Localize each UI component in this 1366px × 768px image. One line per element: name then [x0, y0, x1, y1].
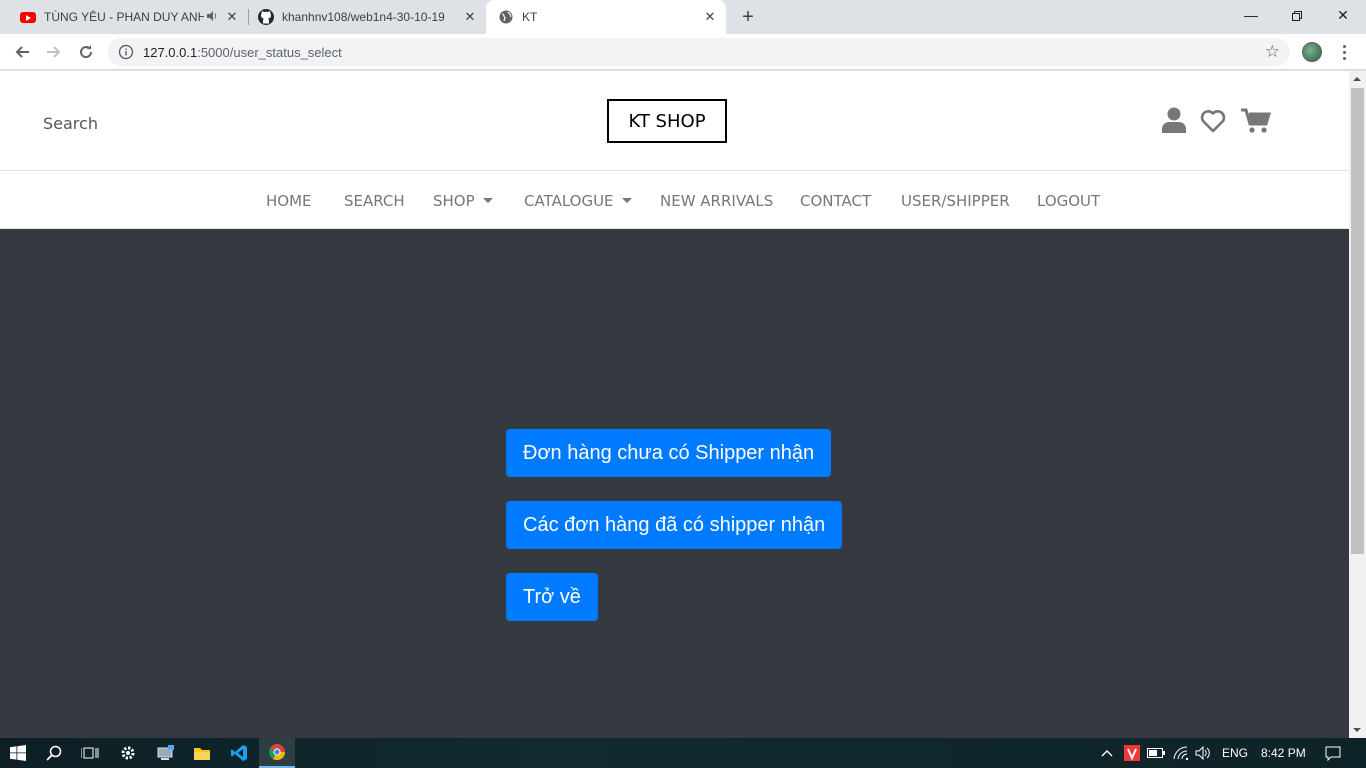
- browser-menu-icon[interactable]: [1336, 40, 1352, 64]
- scroll-down-arrow-icon[interactable]: [1353, 728, 1361, 732]
- minimize-button[interactable]: —: [1228, 0, 1274, 30]
- browser-tab-kt[interactable]: KT ✕: [486, 0, 726, 34]
- info-icon[interactable]: [118, 44, 134, 60]
- vscode-icon[interactable]: [221, 738, 257, 768]
- scroll-thumb[interactable]: [1351, 88, 1364, 554]
- wifi-icon[interactable]: [1170, 738, 1192, 768]
- file-explorer-icon[interactable]: [184, 738, 220, 768]
- site-header: Search KT SHOP: [0, 71, 1349, 171]
- clock[interactable]: 8:42 PM: [1261, 746, 1306, 760]
- nav-catalogue-dropdown[interactable]: CATALOGUE: [524, 192, 632, 210]
- close-tab-icon[interactable]: ✕: [462, 9, 478, 25]
- reload-button[interactable]: [74, 40, 98, 64]
- address-bar[interactable]: 127.0.0.1:5000/user_status_select ☆: [108, 38, 1290, 66]
- remote-desktop-icon[interactable]: [148, 738, 184, 768]
- content-section: Đơn hàng chưa có Shipper nhận Các đơn hà…: [0, 229, 1349, 738]
- close-tab-icon[interactable]: ✕: [224, 9, 240, 25]
- page-scrollbar[interactable]: [1349, 71, 1366, 738]
- heart-icon[interactable]: [1200, 109, 1226, 138]
- nav-shop-dropdown[interactable]: SHOP: [433, 192, 493, 210]
- language-indicator[interactable]: ENG: [1222, 746, 1248, 760]
- scroll-up-arrow-icon[interactable]: [1353, 77, 1361, 81]
- start-button[interactable]: [0, 738, 36, 768]
- restore-button[interactable]: [1274, 0, 1320, 30]
- main-nav: HOME SEARCH SHOP CATALOGUE NEW ARRIVALS …: [0, 172, 1349, 229]
- browser-tabstrip: TÙNG YÊU - PHAN DUY ANH ✕ khanhnv108/web…: [0, 0, 1366, 34]
- cart-icon[interactable]: [1241, 108, 1272, 139]
- tab-title: khanhnv108/web1n4-30-10-19: [282, 10, 445, 24]
- battery-icon[interactable]: [1145, 738, 1167, 768]
- tab-title: TÙNG YÊU - PHAN DUY ANH: [44, 10, 204, 24]
- caret-down-icon: [621, 198, 632, 203]
- back-button[interactable]: [10, 40, 34, 64]
- browser-tab-youtube[interactable]: TÙNG YÊU - PHAN DUY ANH ✕: [12, 0, 248, 34]
- nav-logout[interactable]: LOGOUT: [1037, 192, 1100, 210]
- task-view-icon[interactable]: [72, 738, 108, 768]
- chevron-up-icon[interactable]: [1096, 738, 1118, 768]
- nav-contact[interactable]: CONTACT: [800, 192, 871, 210]
- pending-orders-button[interactable]: Đơn hàng chưa có Shipper nhận: [506, 429, 832, 477]
- speaker-icon[interactable]: [206, 10, 218, 25]
- user-icon[interactable]: [1162, 107, 1186, 138]
- tab-separator: [248, 9, 249, 25]
- site-logo[interactable]: KT SHOP: [607, 99, 727, 143]
- volume-icon[interactable]: [1192, 738, 1214, 768]
- nav-home[interactable]: HOME: [266, 192, 312, 210]
- url-text: 127.0.0.1:5000/user_status_select: [143, 45, 342, 60]
- new-tab-button[interactable]: +: [736, 5, 760, 29]
- header-search-link[interactable]: Search: [43, 114, 98, 133]
- bookmark-star-icon[interactable]: ☆: [1265, 42, 1280, 62]
- github-icon: [258, 9, 274, 25]
- accepted-orders-button[interactable]: Các đơn hàng đã có shipper nhận: [506, 501, 843, 549]
- page-viewport: Search KT SHOP HOME SEARCH SHOP CATALOGU…: [0, 71, 1349, 738]
- nav-search[interactable]: SEARCH: [344, 192, 405, 210]
- close-tab-icon[interactable]: ✕: [702, 9, 718, 25]
- browser-toolbar: 127.0.0.1:5000/user_status_select ☆: [0, 34, 1366, 70]
- action-center-icon[interactable]: [1318, 738, 1348, 768]
- chrome-icon[interactable]: [259, 738, 295, 768]
- youtube-icon: [20, 9, 36, 25]
- browser-tab-github[interactable]: khanhnv108/web1n4-30-10-19 ✕: [250, 0, 486, 34]
- nav-user-shipper[interactable]: USER/SHIPPER: [901, 192, 1010, 210]
- settings-gear-icon[interactable]: [110, 738, 146, 768]
- close-window-button[interactable]: ✕: [1320, 0, 1366, 30]
- windows-taskbar: ENG 8:42 PM: [0, 738, 1366, 768]
- tab-title: KT: [522, 10, 538, 24]
- nav-new-arrivals[interactable]: NEW ARRIVALS: [660, 192, 773, 210]
- profile-avatar[interactable]: [1302, 42, 1322, 62]
- search-icon[interactable]: [36, 738, 72, 768]
- vivaldi-tray-icon[interactable]: [1121, 738, 1143, 768]
- forward-button[interactable]: [42, 40, 66, 64]
- globe-icon: [498, 9, 514, 25]
- back-home-button[interactable]: Trở về: [506, 573, 598, 621]
- caret-down-icon: [482, 198, 493, 203]
